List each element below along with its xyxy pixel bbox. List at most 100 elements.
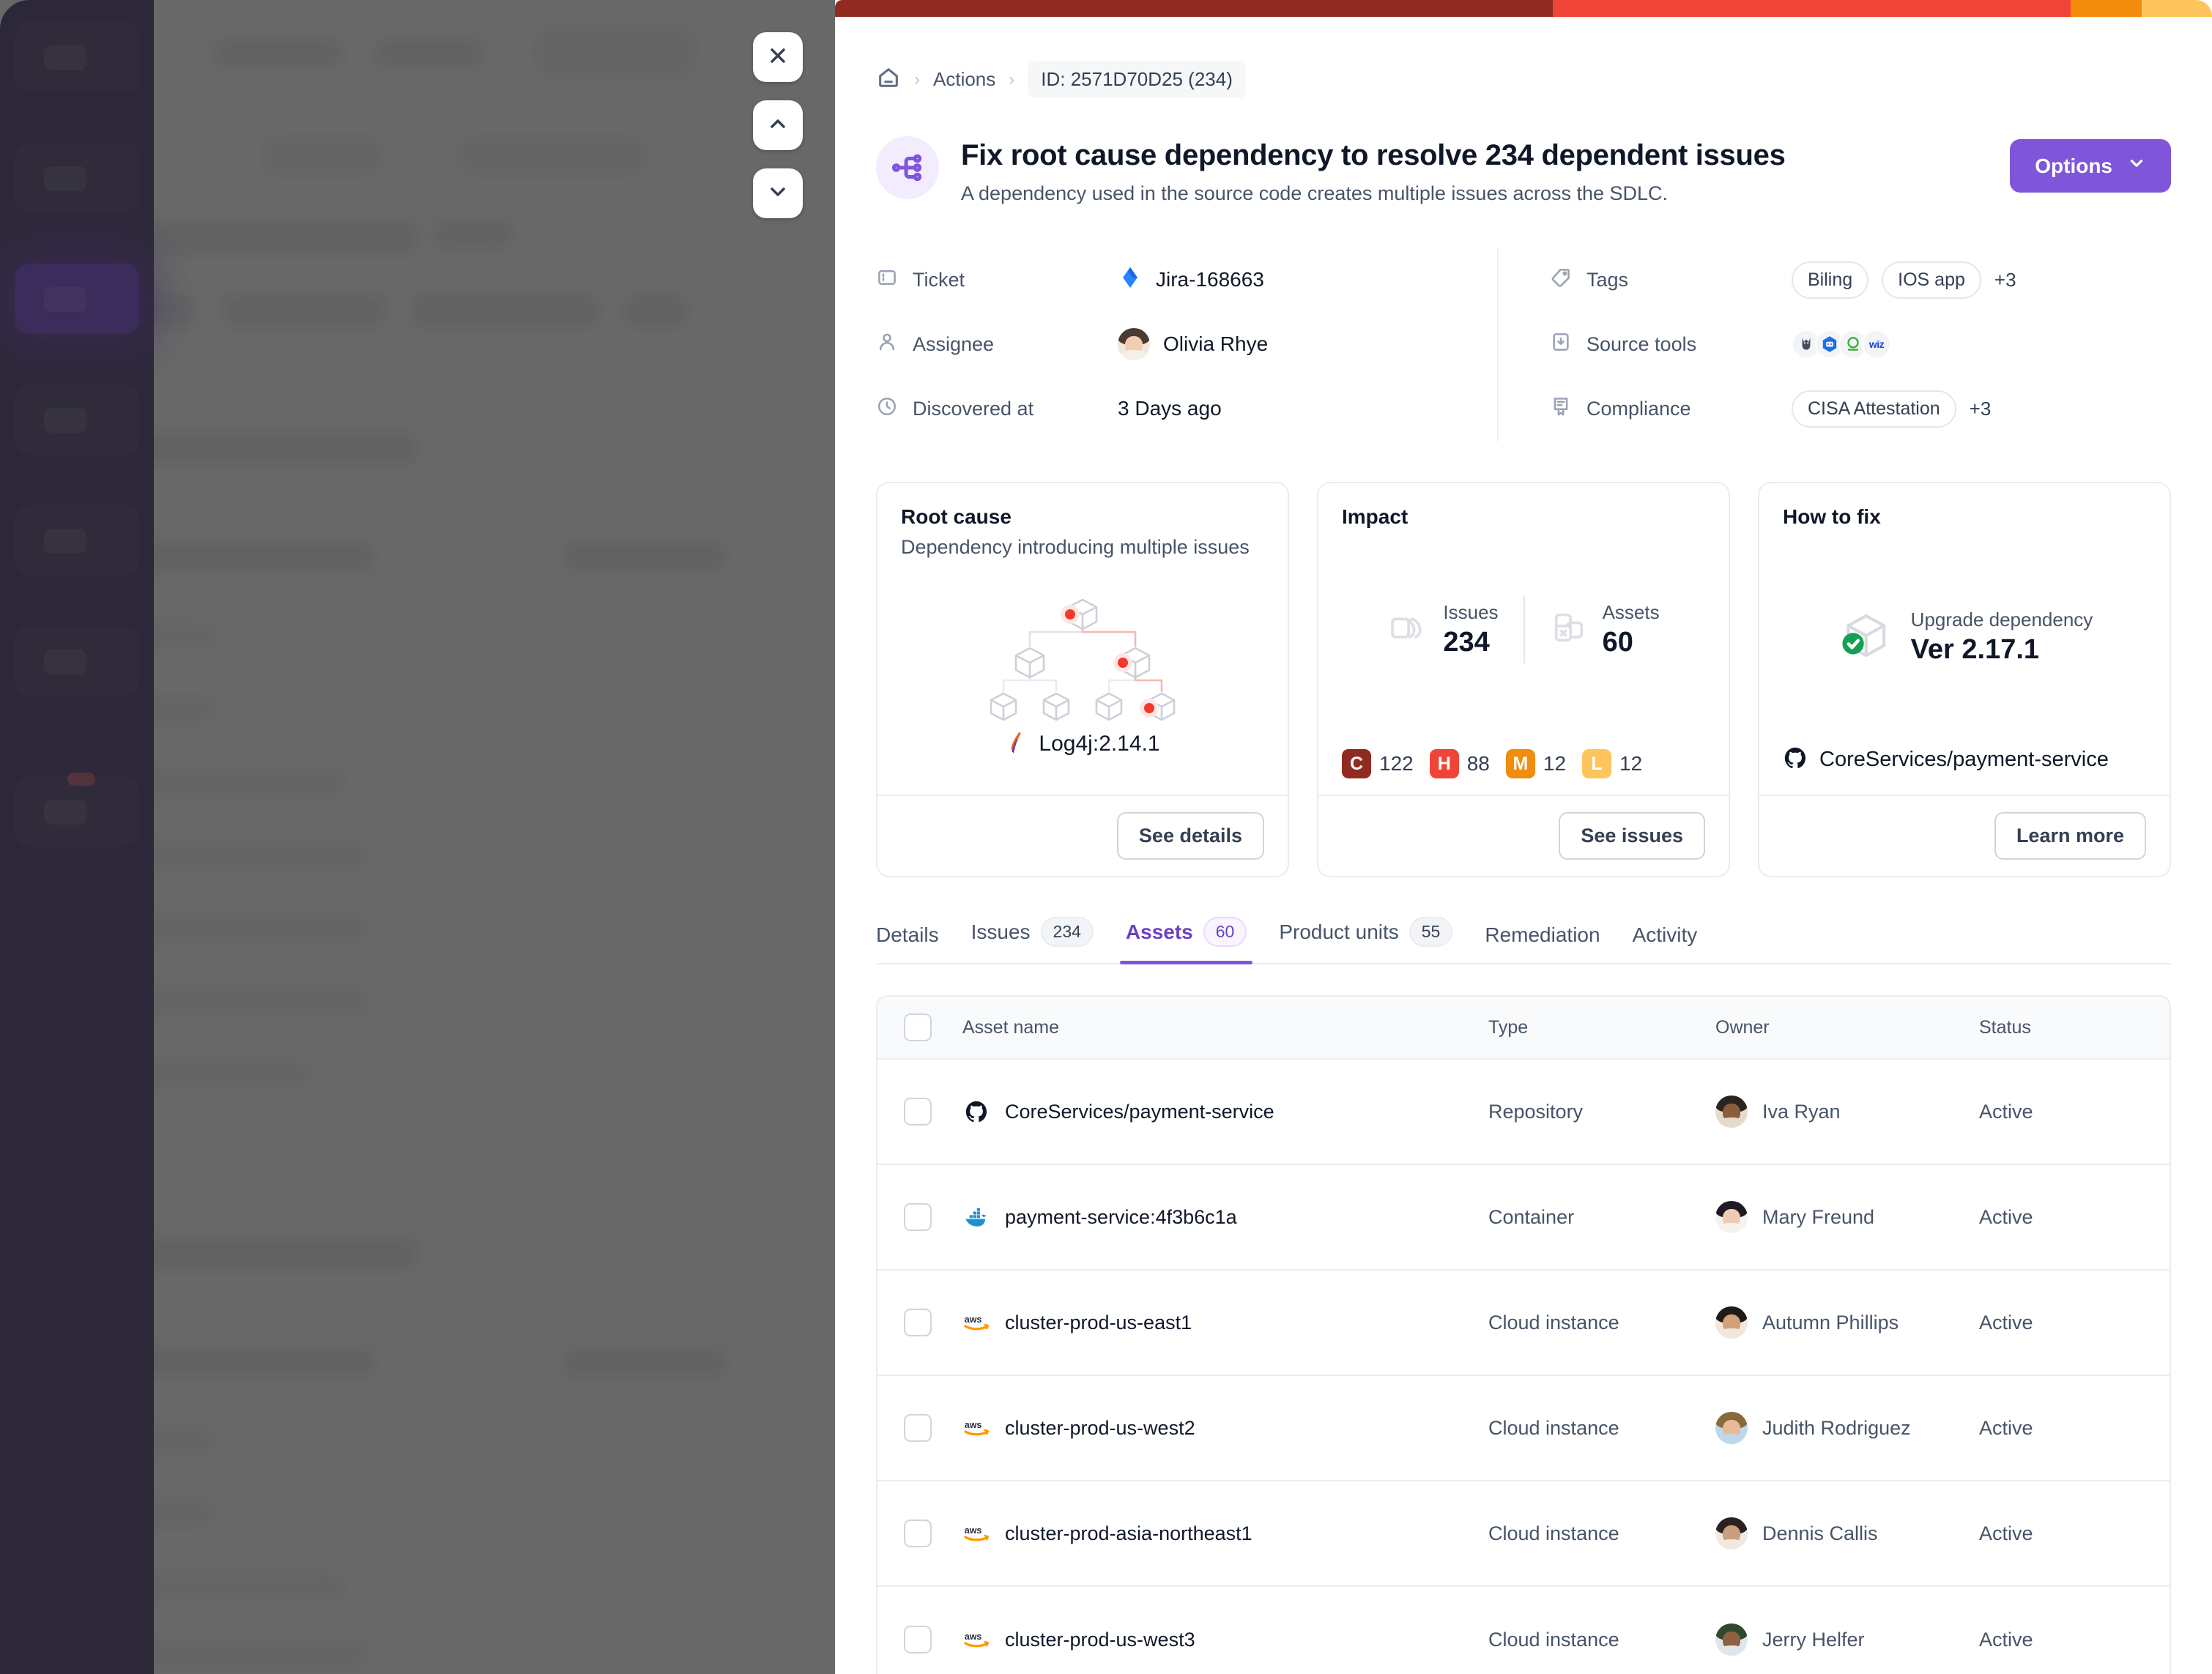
severity-chip-m[interactable]: M 12 xyxy=(1505,749,1566,778)
cell-asset-name: aws cluster-prod-us-west3 xyxy=(962,1626,1488,1653)
severity-code: M xyxy=(1505,749,1535,778)
backdrop-dim[interactable] xyxy=(0,0,835,1674)
fix-repository[interactable]: CoreServices/payment-service xyxy=(1783,745,2146,774)
table-row[interactable]: aws cluster-prod-us-west3 Cloud instance Je… xyxy=(877,1587,2170,1674)
row-checkbox[interactable] xyxy=(904,1519,932,1547)
fix-version: Ver 2.17.1 xyxy=(1910,634,2040,665)
severity-code: H xyxy=(1429,749,1459,778)
severity-chip-l[interactable]: L 12 xyxy=(1582,749,1642,778)
cell-asset-name: CoreServices/payment-service xyxy=(962,1098,1488,1126)
cell-type: Cloud instance xyxy=(1488,1628,1619,1651)
cell-asset-name: aws cluster-prod-us-west2 xyxy=(962,1414,1488,1442)
svg-text:aws: aws xyxy=(965,1525,982,1536)
detail-drawer: › Actions › ID: 2571D70D25 (234) Fix roo… xyxy=(835,0,2212,1674)
column-header-type[interactable]: Type xyxy=(1488,1017,1715,1038)
row-checkbox[interactable] xyxy=(904,1098,932,1126)
severity-code: C xyxy=(1342,749,1371,778)
severity-count: 12 xyxy=(1619,752,1643,775)
severity-count: 88 xyxy=(1466,752,1490,775)
chevron-up-icon xyxy=(766,112,790,139)
tab-label: Details xyxy=(876,923,939,946)
table-row[interactable]: aws cluster-prod-us-west2 Cloud instance Ju… xyxy=(877,1376,2170,1481)
table-header-row: Asset name Type Owner Status xyxy=(877,997,2170,1060)
column-header-asset-name[interactable]: Asset name xyxy=(962,1017,1488,1038)
assignee-value[interactable]: Olivia Rhye xyxy=(1163,332,1268,356)
cell-asset-name: payment-service:4f3b6c1a xyxy=(962,1203,1488,1231)
next-item-button[interactable] xyxy=(753,168,803,218)
close-drawer-button[interactable] xyxy=(753,32,803,82)
compliance-more-count[interactable]: +3 xyxy=(1970,398,1992,420)
card-title: How to fix xyxy=(1783,505,1881,528)
tag-chip[interactable]: IOS app xyxy=(1882,261,1981,299)
table-row[interactable]: aws cluster-prod-asia-northeast1 Cloud ins… xyxy=(877,1481,2170,1587)
root-cause-card: Root cause Dependency introducing multip… xyxy=(876,482,1289,877)
metadata-row-compliance: Compliance CISA Attestation +3 xyxy=(1550,376,2171,441)
see-details-button[interactable]: See details xyxy=(1116,812,1264,860)
owner-name-text: Judith Rodriguez xyxy=(1762,1416,1911,1439)
row-checkbox[interactable] xyxy=(904,1626,932,1653)
how-to-fix-card: How to fix Upgrade dependency Ver 2.17.1… xyxy=(1758,482,2171,877)
row-checkbox[interactable] xyxy=(904,1414,932,1442)
severity-breakdown: C 122 H 88 M 12 L 12 xyxy=(1342,749,1705,778)
row-checkbox[interactable] xyxy=(904,1203,932,1231)
impact-stat-label: Assets xyxy=(1602,600,1660,623)
options-button[interactable]: Options xyxy=(2010,139,2171,193)
column-header-status[interactable]: Status xyxy=(1979,1017,2170,1038)
tab-product-units[interactable]: Product units 55 xyxy=(1263,917,1469,963)
page-header: Fix root cause dependency to resolve 234… xyxy=(876,136,2171,205)
wiz-icon[interactable]: wiz xyxy=(1862,330,1891,359)
ticket-value[interactable]: Jira-168663 xyxy=(1156,268,1264,291)
impact-card: Impact Issues 234 Assets 60 C 122 H 88 M… xyxy=(1317,482,1730,877)
row-checkbox-cell xyxy=(877,1414,962,1442)
issues-icon xyxy=(1387,607,1428,652)
home-icon[interactable] xyxy=(876,65,901,94)
tab-details[interactable]: Details xyxy=(876,923,955,963)
tab-activity[interactable]: Activity xyxy=(1617,923,1714,963)
column-header-owner[interactable]: Owner xyxy=(1715,1017,1979,1038)
tab-issues[interactable]: Issues 234 xyxy=(955,917,1110,963)
see-issues-button[interactable]: See issues xyxy=(1559,812,1705,860)
cell-type: Cloud instance xyxy=(1488,1522,1619,1544)
docker-icon xyxy=(962,1203,990,1231)
compliance-chip[interactable]: CISA Attestation xyxy=(1792,390,1956,428)
tab-remediation[interactable]: Remediation xyxy=(1469,923,1616,963)
table-row[interactable]: aws cluster-prod-us-east1 Cloud instance Au… xyxy=(877,1271,2170,1376)
metadata-row-assignee: Assignee Olivia Rhye xyxy=(876,312,1497,376)
table-row[interactable]: CoreServices/payment-service Repository Iv… xyxy=(877,1060,2170,1165)
tag-chip[interactable]: Biling xyxy=(1792,261,1869,299)
tab-assets[interactable]: Assets 60 xyxy=(1110,917,1263,964)
tab-badge: 60 xyxy=(1203,917,1247,947)
tags-more-count[interactable]: +3 xyxy=(1994,269,2016,291)
metadata-label: Tags xyxy=(1586,268,1629,291)
card-subtitle: Dependency introducing multiple issues xyxy=(901,536,1250,558)
previous-item-button[interactable] xyxy=(753,100,803,150)
metadata-label: Compliance xyxy=(1586,397,1691,420)
metadata-label: Discovered at xyxy=(913,397,1034,420)
select-all-checkbox[interactable] xyxy=(904,1013,932,1041)
owner-name-text: Iva Ryan xyxy=(1762,1100,1841,1123)
breadcrumb-separator: › xyxy=(914,69,920,89)
discovered-value: 3 Days ago xyxy=(1118,397,1222,420)
metadata-row-ticket: Ticket Jira-168663 xyxy=(876,248,1497,312)
breadcrumb-item-actions[interactable]: Actions xyxy=(933,68,995,91)
drawer-controls xyxy=(753,32,803,218)
owner-name-text: Autumn Phillips xyxy=(1762,1311,1899,1333)
learn-more-button[interactable]: Learn more xyxy=(1994,812,2146,860)
metadata-label: Source tools xyxy=(1586,332,1697,355)
svg-text:aws: aws xyxy=(965,1314,982,1325)
root-cause-package: Log4j:2.14.1 xyxy=(1039,732,1160,756)
severity-chip-h[interactable]: H 88 xyxy=(1429,749,1490,778)
row-checkbox-cell xyxy=(877,1098,962,1126)
status-text: Active xyxy=(1979,1416,2033,1439)
avatar xyxy=(1715,1201,1748,1233)
dependency-graph-icon xyxy=(876,136,939,199)
close-icon xyxy=(766,44,790,71)
jira-icon xyxy=(1118,265,1143,295)
cell-status: Active xyxy=(1979,1101,2170,1123)
table-row[interactable]: payment-service:4f3b6c1a Container Mary Fr… xyxy=(877,1165,2170,1271)
row-checkbox[interactable] xyxy=(904,1309,932,1336)
metadata-left-column: Ticket Jira-168663 Assignee Olivia Rhye … xyxy=(876,248,1497,441)
asset-name-text: cluster-prod-us-west2 xyxy=(1005,1416,1195,1439)
severity-chip-c[interactable]: C 122 xyxy=(1342,749,1414,778)
breadcrumb-current-id[interactable]: ID: 2571D70D25 (234) xyxy=(1028,61,1246,98)
